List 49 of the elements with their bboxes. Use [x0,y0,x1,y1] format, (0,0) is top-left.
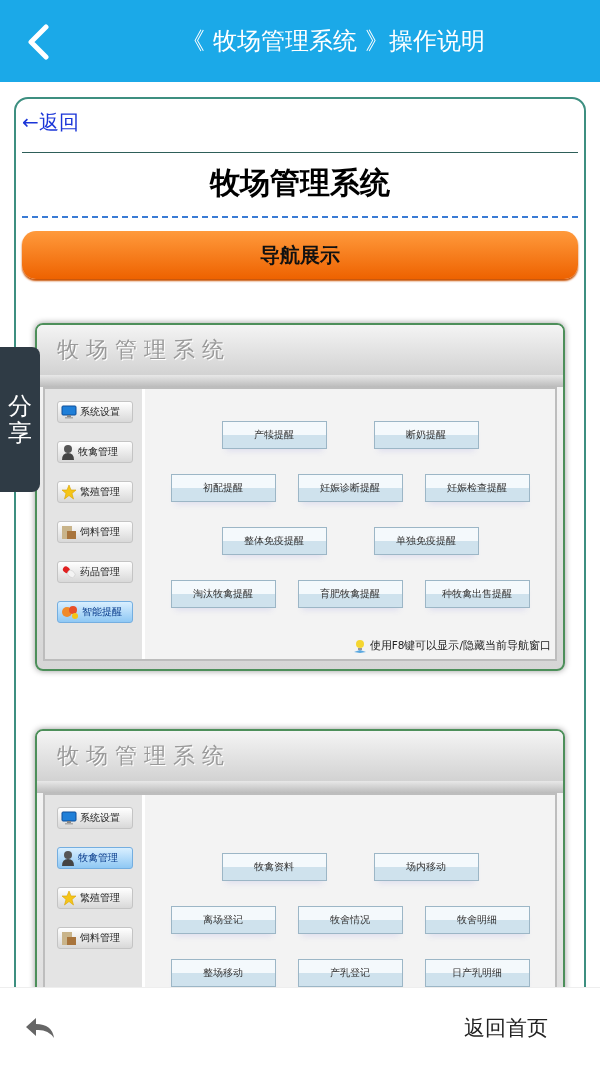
back-link[interactable]: ←返回 [22,109,79,136]
app-title: 牧场管理系统 [57,336,231,364]
star-icon [61,484,77,500]
menu-button[interactable]: 育肥牧禽提醒 [297,579,403,608]
menu-button[interactable]: 妊娠检查提醒 [424,473,530,502]
app-title: 牧场管理系统 [57,742,231,770]
menu-button[interactable]: 离场登记 [170,906,276,934]
menu-button[interactable]: 牧舍情况 [297,906,403,934]
home-link[interactable]: 返回首页 [464,1014,548,1042]
monitor-icon [61,405,77,419]
menu-button[interactable]: 淘汰牧禽提醒 [170,579,276,608]
person-icon [61,444,75,460]
lightbulb-icon [353,639,366,653]
sidebar-item[interactable]: 系统设置 [57,807,133,829]
sidebar-item[interactable]: 繁殖管理 [57,887,133,909]
reply-arrow-icon[interactable] [24,1016,56,1040]
folder-icon [61,930,77,946]
sidebar-item[interactable]: 繁殖管理 [57,481,133,503]
monitor-icon [61,811,77,825]
sidebar-item[interactable]: 饲料管理 [57,927,133,949]
hint-text: 使用F8键可以显示/隐藏当前导航窗口 [369,639,551,653]
menu-button[interactable]: 场内移动 [373,853,479,881]
menu-button[interactable]: 妊娠诊断提醒 [297,473,403,502]
sidebar-item[interactable]: 牧禽管理 [57,441,133,463]
sidebar-item[interactable]: 系统设置 [57,401,133,423]
sidebar-item[interactable]: 智能提醒 [57,601,133,623]
sidebar-item[interactable]: 饲料管理 [57,521,133,543]
back-icon[interactable] [26,24,50,60]
menu-button[interactable]: 产乳登记 [297,959,403,987]
pill-icon [61,564,77,580]
menu-button[interactable]: 整场移动 [170,959,276,987]
menu-button[interactable]: 牧禽资料 [221,853,327,881]
share-tab[interactable]: 分享 [0,347,40,492]
menu-button[interactable]: 产犊提醒 [221,420,327,449]
sidebar-item[interactable]: 牧禽管理 [57,847,133,869]
folder-icon [61,524,77,540]
page-header-title: 《 牧场管理系统 》操作说明 [180,26,486,57]
section-button[interactable]: 导航展示 [22,231,578,279]
article-title: 牧场管理系统 [208,164,391,202]
menu-button[interactable]: 断奶提醒 [373,420,479,449]
star-icon [61,890,77,906]
person-icon [61,850,75,866]
menu-button[interactable]: 牧舍明细 [424,906,530,934]
menu-button[interactable]: 单独免疫提醒 [373,526,479,555]
menu-button[interactable]: 初配提醒 [170,473,276,502]
menu-button[interactable]: 整体免疫提醒 [221,526,327,555]
menu-button[interactable]: 种牧禽出售提醒 [424,579,530,608]
menu-button[interactable]: 日产乳明细 [424,959,530,987]
sidebar-item[interactable]: 药品管理 [57,561,133,583]
